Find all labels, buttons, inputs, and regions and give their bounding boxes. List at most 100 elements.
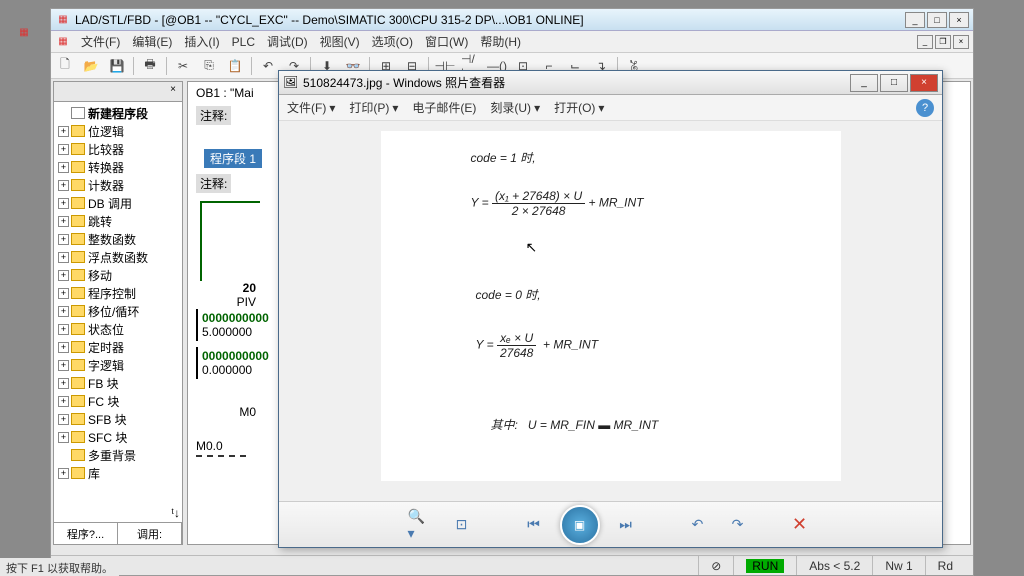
expand-icon[interactable]: + xyxy=(58,252,69,263)
panel-pin-icon[interactable]: × xyxy=(166,84,180,98)
maximize-button[interactable]: □ xyxy=(927,12,947,28)
rotate-ccw-icon[interactable]: ↶ xyxy=(684,511,712,539)
expand-icon[interactable]: + xyxy=(58,360,69,371)
tree-item[interactable]: 状态位 xyxy=(88,321,124,338)
status-rd: Rd xyxy=(925,556,965,575)
tree-item[interactable]: 浮点数函数 xyxy=(88,249,148,266)
next-icon[interactable]: ⏭ xyxy=(612,511,640,539)
paste-icon[interactable]: 📋 xyxy=(225,56,245,76)
expand-icon[interactable]: + xyxy=(58,234,69,245)
tree-item[interactable]: 移动 xyxy=(88,267,112,284)
segment-header[interactable]: 程序段 1 xyxy=(204,149,262,168)
close-button[interactable]: × xyxy=(949,12,969,28)
expand-icon[interactable]: + xyxy=(58,126,69,137)
minimize-button[interactable]: _ xyxy=(905,12,925,28)
tree-item[interactable]: 定时器 xyxy=(88,339,124,356)
left-tab-call[interactable]: 调用: xyxy=(118,523,182,544)
tree-item[interactable]: 转换器 xyxy=(88,159,124,176)
tree-item[interactable]: 比较器 xyxy=(88,141,124,158)
copy-icon[interactable]: ⎘ xyxy=(199,56,219,76)
tree-item[interactable]: 移位/循环 xyxy=(88,303,139,320)
expand-icon[interactable]: + xyxy=(58,270,69,281)
ladder-value: 0.000000 xyxy=(202,363,252,377)
menu-insert[interactable]: 插入(I) xyxy=(178,31,225,52)
expand-icon[interactable]: + xyxy=(58,378,69,389)
prev-icon[interactable]: ⏮ xyxy=(520,511,548,539)
menu-edit[interactable]: 编辑(E) xyxy=(126,31,178,52)
expand-icon[interactable]: + xyxy=(58,180,69,191)
ladder-value: 0000000000 xyxy=(202,349,269,363)
tree-item[interactable]: 程序控制 xyxy=(88,285,136,302)
tree-item[interactable]: DB 调用 xyxy=(88,195,132,212)
fit-icon[interactable]: ⊡ xyxy=(448,511,476,539)
app-icon: ▦ xyxy=(4,12,44,52)
photo-viewer-titlebar[interactable]: 🖼 510824473.jpg - Windows 照片查看器 _ □ × xyxy=(279,71,942,95)
expand-icon[interactable]: + xyxy=(58,396,69,407)
pv-maximize-button[interactable]: □ xyxy=(880,74,908,92)
expand-icon[interactable]: + xyxy=(58,144,69,155)
rotate-cw-icon[interactable]: ↷ xyxy=(724,511,752,539)
tree-item[interactable]: 库 xyxy=(88,465,100,482)
tree-item[interactable]: SFC 块 xyxy=(88,429,127,446)
menu-window[interactable]: 窗口(W) xyxy=(419,31,474,52)
tree-item[interactable]: 位逻辑 xyxy=(88,123,124,140)
tree-item[interactable]: 字逻辑 xyxy=(88,357,124,374)
open-icon[interactable]: 📂 xyxy=(81,56,101,76)
undo-icon[interactable]: ↶ xyxy=(258,56,278,76)
slideshow-icon[interactable]: ▣ xyxy=(560,505,600,545)
pv-menu-print[interactable]: 打印(P) ▾ xyxy=(349,99,398,116)
expand-icon[interactable]: + xyxy=(58,342,69,353)
save-icon[interactable]: 💾 xyxy=(107,56,127,76)
menu-debug[interactable]: 调试(D) xyxy=(261,31,314,52)
left-tab-program[interactable]: 程序?... xyxy=(54,523,118,544)
instruction-tree[interactable]: 新建程序段 + 位逻辑 + 比较器 + 转换器 + 计数器 + DB 调用 + 跳转 + 整数… xyxy=(54,102,182,504)
ladder-value: 5.000000 xyxy=(202,325,252,339)
menu-options[interactable]: 选项(O) xyxy=(366,31,419,52)
delete-icon[interactable]: ✕ xyxy=(786,511,814,539)
zoom-icon[interactable]: 🔍 ▾ xyxy=(408,511,436,539)
menu-file[interactable]: 文件(F) xyxy=(75,31,126,52)
tree-item[interactable]: FC 块 xyxy=(88,393,119,410)
new-icon[interactable]: 🗋 xyxy=(55,56,75,76)
tree-item[interactable]: SFB 块 xyxy=(88,411,127,428)
photo-viewer-menu: 文件(F) ▾ 打印(P) ▾ 电子邮件(E) 刻录(U) ▾ 打开(O) ▾ … xyxy=(279,95,942,121)
pv-menu-file[interactable]: 文件(F) ▾ xyxy=(287,99,335,116)
pv-minimize-button[interactable]: _ xyxy=(850,74,878,92)
pv-help-icon[interactable]: ? xyxy=(916,99,934,117)
expand-icon[interactable]: + xyxy=(58,288,69,299)
menu-help[interactable]: 帮助(H) xyxy=(474,31,527,52)
tree-item[interactable]: 多重背景 xyxy=(88,447,136,464)
app-icon-small: ▦ xyxy=(55,12,71,28)
expand-icon[interactable]: + xyxy=(58,198,69,209)
tree-item[interactable]: FB 块 xyxy=(88,375,119,392)
expand-icon[interactable]: + xyxy=(58,324,69,335)
pv-menu-open[interactable]: 打开(O) ▾ xyxy=(554,99,604,116)
status-run: RUN xyxy=(746,559,784,573)
expand-icon[interactable]: + xyxy=(58,432,69,443)
scroll-hint-icon[interactable]: ᵗ↓ xyxy=(171,506,180,520)
menu-plc[interactable]: PLC xyxy=(226,33,261,51)
expand-icon[interactable]: + xyxy=(58,162,69,173)
tree-new-segment[interactable]: 新建程序段 xyxy=(88,105,148,122)
tree-item[interactable]: 计数器 xyxy=(88,177,124,194)
mdi-minimize[interactable]: _ xyxy=(917,35,933,49)
mdi-restore[interactable]: ❐ xyxy=(935,35,951,49)
cut-icon[interactable]: ✂ xyxy=(173,56,193,76)
print-icon[interactable]: 🖶 xyxy=(140,56,160,76)
displayed-image: code = 1 时, Y = (x₁ + 27648) × U 2 × 276… xyxy=(381,131,841,481)
expand-icon[interactable]: + xyxy=(58,414,69,425)
expand-icon[interactable]: + xyxy=(58,216,69,227)
tree-item[interactable]: 整数函数 xyxy=(88,231,136,248)
expand-icon[interactable]: + xyxy=(58,306,69,317)
mdi-close[interactable]: × xyxy=(953,35,969,49)
mouse-cursor-icon: ↖ xyxy=(526,239,538,256)
pv-close-button[interactable]: × xyxy=(910,74,938,92)
tree-item[interactable]: 跳转 xyxy=(88,213,112,230)
titlebar: ▦ LAD/STL/FBD - [@OB1 -- "CYCL_EXC" -- D… xyxy=(51,9,973,31)
pv-menu-email[interactable]: 电子邮件(E) xyxy=(412,99,476,116)
pv-menu-burn[interactable]: 刻录(U) ▾ xyxy=(490,99,540,116)
menu-view[interactable]: 视图(V) xyxy=(314,31,366,52)
status-nw: Nw 1 xyxy=(872,556,924,575)
photo-viewer-title: 510824473.jpg - Windows 照片查看器 xyxy=(303,74,848,91)
expand-icon[interactable]: + xyxy=(58,468,69,479)
